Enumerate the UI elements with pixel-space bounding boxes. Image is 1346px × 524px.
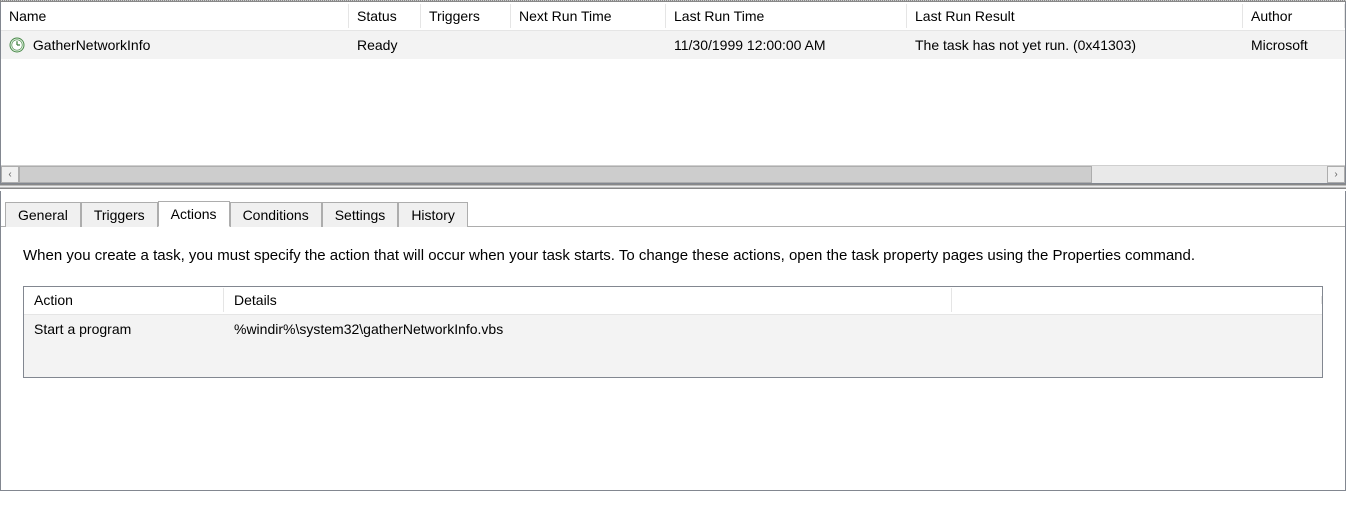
tab-triggers[interactable]: Triggers [81,202,158,227]
tab-settings[interactable]: Settings [322,202,399,227]
clock-icon [9,37,25,53]
actions-column-header-details[interactable]: Details [224,288,952,312]
task-list-body: GatherNetworkInfo Ready 11/30/1999 12:00… [1,31,1345,165]
task-row-status: Ready [349,34,421,56]
column-header-last-run[interactable]: Last Run Time [666,4,907,28]
pane-splitter[interactable] [0,184,1346,191]
column-header-author[interactable]: Author [1243,4,1345,28]
column-header-triggers[interactable]: Triggers [421,4,511,28]
task-list-header-row: Name Status Triggers Next Run Time Last … [1,2,1345,31]
actions-table-row[interactable]: Start a program %windir%\system32\gather… [24,315,1322,343]
task-row-name-cell: GatherNetworkInfo [1,34,349,56]
actions-table: Action Details Start a program %windir%\… [23,286,1323,378]
scrollbar-thumb[interactable] [19,166,1092,183]
column-header-name[interactable]: Name [1,4,349,28]
actions-row-details: %windir%\system32\gatherNetworkInfo.vbs [224,317,952,341]
task-row-triggers [421,42,511,48]
scrollbar-track[interactable] [19,166,1327,183]
tab-actions[interactable]: Actions [158,201,230,227]
tab-conditions[interactable]: Conditions [230,202,322,227]
column-header-next-run[interactable]: Next Run Time [511,4,666,28]
task-list-pane: Name Status Triggers Next Run Time Last … [0,2,1346,184]
scroll-left-arrow-icon[interactable]: ‹ [1,166,19,183]
task-row-name: GatherNetworkInfo [33,37,151,53]
actions-column-header-action[interactable]: Action [24,288,224,312]
task-row-next-run [511,42,666,48]
actions-description: When you create a task, you must specify… [23,245,1303,268]
task-row-author: Microsoft [1243,34,1345,56]
task-details-pane: General Triggers Actions Conditions Sett… [0,191,1346,491]
task-row[interactable]: GatherNetworkInfo Ready 11/30/1999 12:00… [1,31,1345,59]
details-tab-bar: General Triggers Actions Conditions Sett… [1,197,1345,227]
actions-row-spacer [952,325,1322,333]
scroll-right-arrow-icon[interactable]: › [1327,166,1345,183]
tab-general[interactable]: General [5,202,81,227]
actions-table-body: Start a program %windir%\system32\gather… [24,315,1322,377]
actions-table-header: Action Details [24,287,1322,315]
task-row-last-run: 11/30/1999 12:00:00 AM [666,34,907,56]
column-header-status[interactable]: Status [349,4,421,28]
column-header-last-result[interactable]: Last Run Result [907,4,1243,28]
actions-column-header-spacer [952,296,1322,304]
tab-actions-content: When you create a task, you must specify… [1,227,1345,388]
task-row-last-result: The task has not yet run. (0x41303) [907,34,1243,56]
splitter-grip [0,184,1346,189]
horizontal-scrollbar[interactable]: ‹ › [1,165,1345,183]
actions-row-action: Start a program [24,317,224,341]
tab-history[interactable]: History [398,202,468,227]
